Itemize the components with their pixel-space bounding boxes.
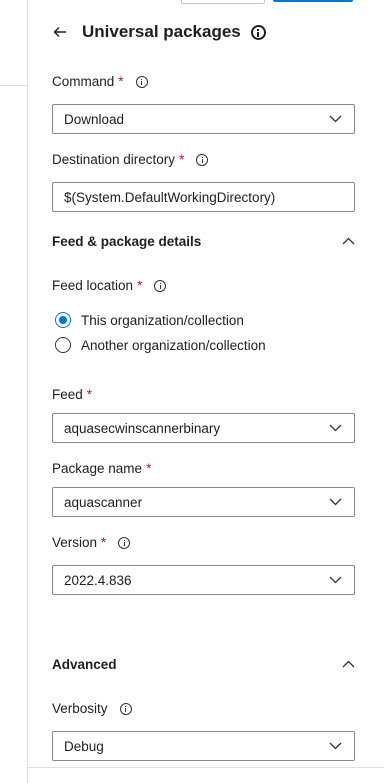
feed-location-label: Feed location *: [52, 278, 167, 293]
feed-label: Feed *: [52, 387, 92, 402]
panel-footer-divider: [28, 767, 384, 768]
required-marker: *: [101, 535, 107, 550]
command-info-icon[interactable]: [135, 75, 148, 88]
required-marker: *: [137, 278, 143, 293]
version-label: Version *: [52, 535, 131, 550]
destination-info-icon[interactable]: [196, 153, 209, 166]
command-label-text: Command: [52, 74, 115, 89]
required-marker: *: [118, 74, 124, 89]
back-arrow-icon[interactable]: [52, 24, 68, 40]
verbosity-info-icon[interactable]: [119, 702, 132, 715]
panel-border: [27, 0, 28, 783]
version-dropdown[interactable]: 2022.4.836: [52, 565, 355, 595]
chevron-down-icon: [329, 115, 342, 123]
verbosity-label-text: Verbosity: [52, 701, 108, 716]
main-page-divider: [0, 85, 27, 86]
panel-title: Universal packages: [82, 22, 241, 41]
chevron-down-icon: [329, 576, 342, 584]
package-dropdown[interactable]: aquascanner: [52, 487, 355, 517]
destination-label: Destination directory *: [52, 152, 209, 167]
main-page-strip: [0, 0, 27, 783]
chevron-up-icon: [342, 237, 355, 245]
package-label: Package name *: [52, 461, 151, 476]
title-info-icon[interactable]: [250, 24, 266, 40]
verbosity-label: Verbosity: [52, 701, 132, 716]
radio-option-label: Another organization/collection: [81, 337, 266, 353]
required-marker: *: [146, 461, 152, 476]
feed-value: aquasecwinscannerbinary: [64, 420, 221, 436]
panel-header: Universal packages: [52, 20, 266, 44]
command-dropdown[interactable]: Download: [52, 104, 355, 134]
feed-location-info-icon[interactable]: [154, 279, 167, 292]
chevron-down-icon: [329, 424, 342, 432]
advanced-section-title: Advanced: [52, 656, 117, 672]
chevron-down-icon: [329, 742, 342, 750]
version-info-icon[interactable]: [118, 536, 131, 549]
chevron-down-icon: [329, 498, 342, 506]
verbosity-dropdown[interactable]: Debug: [52, 731, 355, 761]
radio-unselected-icon[interactable]: [55, 337, 71, 353]
package-value: aquascanner: [64, 494, 143, 510]
chevron-up-icon: [342, 660, 355, 668]
version-value: 2022.4.836: [64, 572, 132, 588]
feed-section-title: Feed & package details: [52, 233, 202, 249]
command-value: Download: [64, 111, 125, 127]
required-marker: *: [86, 387, 93, 402]
add-button-partial[interactable]: [273, 0, 353, 2]
radio-selected-icon[interactable]: [55, 312, 71, 328]
feed-section-header[interactable]: Feed & package details: [52, 231, 355, 251]
cancel-button-partial[interactable]: [181, 0, 265, 4]
radio-this-organization[interactable]: This organization/collection: [55, 312, 244, 328]
required-marker: *: [179, 152, 185, 167]
feed-label-text: Feed: [52, 387, 83, 402]
radio-another-organization[interactable]: Another organization/collection: [55, 337, 266, 353]
destination-input[interactable]: $(System.DefaultWorkingDirectory): [52, 182, 355, 212]
feed-dropdown[interactable]: aquasecwinscannerbinary: [52, 413, 355, 443]
version-label-text: Version: [52, 535, 98, 550]
advanced-section-header[interactable]: Advanced: [52, 654, 355, 674]
radio-option-label: This organization/collection: [81, 312, 244, 328]
package-label-text: Package name: [52, 461, 143, 476]
feed-location-label-text: Feed location: [52, 278, 134, 293]
destination-label-text: Destination directory: [52, 152, 176, 167]
verbosity-value: Debug: [64, 738, 104, 754]
command-label: Command *: [52, 74, 148, 89]
destination-value: $(System.DefaultWorkingDirectory): [64, 189, 276, 205]
